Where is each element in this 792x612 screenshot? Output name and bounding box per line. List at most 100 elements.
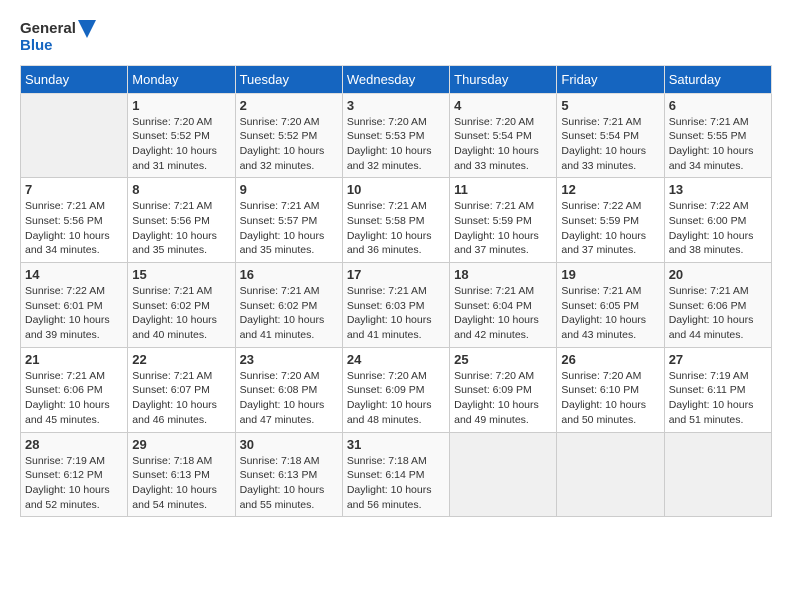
day-number: 26 — [561, 352, 659, 367]
day-info: Sunrise: 7:18 AMSunset: 6:13 PMDaylight:… — [132, 454, 230, 513]
day-info: Sunrise: 7:21 AMSunset: 5:56 PMDaylight:… — [132, 199, 230, 258]
day-number: 7 — [25, 182, 123, 197]
logo: General Blue — [20, 20, 96, 55]
day-info: Sunrise: 7:21 AMSunset: 6:02 PMDaylight:… — [132, 284, 230, 343]
day-info: Sunrise: 7:20 AMSunset: 6:10 PMDaylight:… — [561, 369, 659, 428]
day-info: Sunrise: 7:21 AMSunset: 6:03 PMDaylight:… — [347, 284, 445, 343]
day-info: Sunrise: 7:21 AMSunset: 5:56 PMDaylight:… — [25, 199, 123, 258]
day-number: 30 — [240, 437, 338, 452]
day-info: Sunrise: 7:21 AMSunset: 6:06 PMDaylight:… — [669, 284, 767, 343]
calendar-cell: 10 Sunrise: 7:21 AMSunset: 5:58 PMDayligh… — [342, 178, 449, 263]
day-number: 4 — [454, 98, 552, 113]
day-number: 31 — [347, 437, 445, 452]
day-number: 14 — [25, 267, 123, 282]
day-number: 3 — [347, 98, 445, 113]
day-info: Sunrise: 7:20 AMSunset: 6:09 PMDaylight:… — [347, 369, 445, 428]
calendar-cell: 3 Sunrise: 7:20 AMSunset: 5:53 PMDaylight… — [342, 93, 449, 178]
calendar-cell: 11 Sunrise: 7:21 AMSunset: 5:59 PMDayligh… — [450, 178, 557, 263]
day-number: 12 — [561, 182, 659, 197]
day-info: Sunrise: 7:21 AMSunset: 5:59 PMDaylight:… — [454, 199, 552, 258]
day-number: 19 — [561, 267, 659, 282]
day-info: Sunrise: 7:20 AMSunset: 5:54 PMDaylight:… — [454, 115, 552, 174]
day-number: 15 — [132, 267, 230, 282]
day-info: Sunrise: 7:21 AMSunset: 6:07 PMDaylight:… — [132, 369, 230, 428]
page-header: General Blue — [20, 20, 772, 55]
calendar-cell: 19 Sunrise: 7:21 AMSunset: 6:05 PMDayligh… — [557, 263, 664, 348]
day-number: 29 — [132, 437, 230, 452]
day-info: Sunrise: 7:20 AMSunset: 5:52 PMDaylight:… — [240, 115, 338, 174]
day-info: Sunrise: 7:21 AMSunset: 5:54 PMDaylight:… — [561, 115, 659, 174]
day-info: Sunrise: 7:21 AMSunset: 6:02 PMDaylight:… — [240, 284, 338, 343]
weekday-header-friday: Friday — [557, 65, 664, 93]
calendar-cell: 20 Sunrise: 7:21 AMSunset: 6:06 PMDayligh… — [664, 263, 771, 348]
day-number: 11 — [454, 182, 552, 197]
weekday-header-tuesday: Tuesday — [235, 65, 342, 93]
calendar-cell: 29 Sunrise: 7:18 AMSunset: 6:13 PMDayligh… — [128, 432, 235, 517]
day-info: Sunrise: 7:21 AMSunset: 6:06 PMDaylight:… — [25, 369, 123, 428]
calendar-cell: 1 Sunrise: 7:20 AMSunset: 5:52 PMDaylight… — [128, 93, 235, 178]
day-number: 10 — [347, 182, 445, 197]
day-number: 27 — [669, 352, 767, 367]
calendar-cell — [557, 432, 664, 517]
day-info: Sunrise: 7:19 AMSunset: 6:11 PMDaylight:… — [669, 369, 767, 428]
day-number: 9 — [240, 182, 338, 197]
day-info: Sunrise: 7:20 AMSunset: 5:52 PMDaylight:… — [132, 115, 230, 174]
calendar-cell: 13 Sunrise: 7:22 AMSunset: 6:00 PMDayligh… — [664, 178, 771, 263]
calendar-cell: 24 Sunrise: 7:20 AMSunset: 6:09 PMDayligh… — [342, 347, 449, 432]
logo-text: General Blue — [20, 20, 96, 55]
calendar-cell: 28 Sunrise: 7:19 AMSunset: 6:12 PMDayligh… — [21, 432, 128, 517]
weekday-header-sunday: Sunday — [21, 65, 128, 93]
calendar-cell: 6 Sunrise: 7:21 AMSunset: 5:55 PMDaylight… — [664, 93, 771, 178]
calendar-cell: 2 Sunrise: 7:20 AMSunset: 5:52 PMDaylight… — [235, 93, 342, 178]
day-number: 28 — [25, 437, 123, 452]
logo-general: General — [20, 21, 76, 38]
weekday-header-saturday: Saturday — [664, 65, 771, 93]
day-number: 24 — [347, 352, 445, 367]
day-info: Sunrise: 7:22 AMSunset: 6:01 PMDaylight:… — [25, 284, 123, 343]
calendar-cell: 18 Sunrise: 7:21 AMSunset: 6:04 PMDayligh… — [450, 263, 557, 348]
day-info: Sunrise: 7:20 AMSunset: 5:53 PMDaylight:… — [347, 115, 445, 174]
calendar-cell: 21Sunrise: 7:21 AMSunset: 6:06 PMDayligh… — [21, 347, 128, 432]
weekday-header-monday: Monday — [128, 65, 235, 93]
calendar-cell — [21, 93, 128, 178]
day-number: 6 — [669, 98, 767, 113]
day-info: Sunrise: 7:19 AMSunset: 6:12 PMDaylight:… — [25, 454, 123, 513]
calendar-cell — [450, 432, 557, 517]
calendar-cell: 5 Sunrise: 7:21 AMSunset: 5:54 PMDaylight… — [557, 93, 664, 178]
calendar-cell: 16Sunrise: 7:21 AMSunset: 6:02 PMDayligh… — [235, 263, 342, 348]
calendar-cell: 14 Sunrise: 7:22 AMSunset: 6:01 PMDayligh… — [21, 263, 128, 348]
calendar-cell: 23 Sunrise: 7:20 AMSunset: 6:08 PMDayligh… — [235, 347, 342, 432]
day-number: 20 — [669, 267, 767, 282]
day-number: 8 — [132, 182, 230, 197]
day-number: 25 — [454, 352, 552, 367]
day-number: 23 — [240, 352, 338, 367]
day-info: Sunrise: 7:18 AMSunset: 6:13 PMDaylight:… — [240, 454, 338, 513]
day-number: 1 — [132, 98, 230, 113]
day-info: Sunrise: 7:21 AMSunset: 5:55 PMDaylight:… — [669, 115, 767, 174]
day-info: Sunrise: 7:18 AMSunset: 6:14 PMDaylight:… — [347, 454, 445, 513]
calendar-cell: 27 Sunrise: 7:19 AMSunset: 6:11 PMDayligh… — [664, 347, 771, 432]
logo-blue: Blue — [20, 38, 96, 55]
day-info: Sunrise: 7:21 AMSunset: 6:05 PMDaylight:… — [561, 284, 659, 343]
day-number: 18 — [454, 267, 552, 282]
day-number: 2 — [240, 98, 338, 113]
day-info: Sunrise: 7:21 AMSunset: 5:58 PMDaylight:… — [347, 199, 445, 258]
calendar-cell: 9Sunrise: 7:21 AMSunset: 5:57 PMDaylight… — [235, 178, 342, 263]
calendar-cell: 15 Sunrise: 7:21 AMSunset: 6:02 PMDayligh… — [128, 263, 235, 348]
calendar-cell — [664, 432, 771, 517]
day-number: 5 — [561, 98, 659, 113]
calendar-table: SundayMondayTuesdayWednesdayThursdayFrid… — [20, 65, 772, 518]
day-info: Sunrise: 7:22 AMSunset: 6:00 PMDaylight:… — [669, 199, 767, 258]
calendar-cell: 22Sunrise: 7:21 AMSunset: 6:07 PMDayligh… — [128, 347, 235, 432]
calendar-cell: 31 Sunrise: 7:18 AMSunset: 6:14 PMDayligh… — [342, 432, 449, 517]
calendar-cell: 8 Sunrise: 7:21 AMSunset: 5:56 PMDaylight… — [128, 178, 235, 263]
day-number: 13 — [669, 182, 767, 197]
calendar-cell: 12Sunrise: 7:22 AMSunset: 5:59 PMDayligh… — [557, 178, 664, 263]
day-number: 17 — [347, 267, 445, 282]
day-info: Sunrise: 7:21 AMSunset: 6:04 PMDaylight:… — [454, 284, 552, 343]
calendar-cell: 7 Sunrise: 7:21 AMSunset: 5:56 PMDaylight… — [21, 178, 128, 263]
calendar-cell: 26 Sunrise: 7:20 AMSunset: 6:10 PMDayligh… — [557, 347, 664, 432]
calendar-cell: 25Sunrise: 7:20 AMSunset: 6:09 PMDayligh… — [450, 347, 557, 432]
day-info: Sunrise: 7:20 AMSunset: 6:08 PMDaylight:… — [240, 369, 338, 428]
calendar-cell: 30 Sunrise: 7:18 AMSunset: 6:13 PMDayligh… — [235, 432, 342, 517]
